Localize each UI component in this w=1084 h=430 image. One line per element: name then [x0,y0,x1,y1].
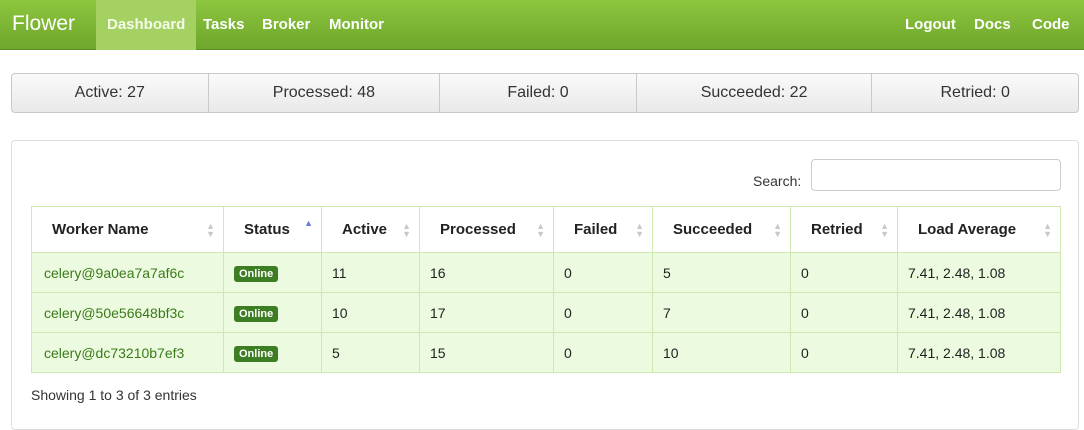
load-average-cell: 7.41, 2.48, 1.08 [897,252,1061,293]
stat-active[interactable]: Active: 27 [12,74,209,112]
worker-name-link[interactable]: celery@9a0ea7a7af6c [31,252,224,293]
workers-table: Worker Name ▲ ▼ Status ▲ Active ▲ ▼ Processed… [31,206,1061,373]
stat-retried[interactable]: Retried: 0 [872,74,1078,112]
stat-succeeded[interactable]: Succeeded: 22 [637,74,873,112]
succeeded-cell: 10 [652,332,791,373]
nav-tasks[interactable]: Tasks [203,0,244,50]
status-badge: Online [234,345,279,362]
stat-processed[interactable]: Processed: 48 [209,74,441,112]
stat-failed[interactable]: Failed: 0 [440,74,637,112]
status-cell: Online [223,332,322,373]
navbar: Flower Dashboard Tasks Broker Monitor Lo… [0,0,1084,50]
sort-ascending-icon: ▲ [304,218,313,228]
col-status[interactable]: Status ▲ [223,206,322,253]
col-load-average[interactable]: Load Average ▲ ▼ [897,206,1061,253]
column-header-label: Worker Name [52,221,149,238]
stats-bar: Active: 27 Processed: 48 Failed: 0 Succe… [11,73,1079,113]
search-label: Search: [753,173,802,189]
worker-name-link[interactable]: celery@dc73210b7ef3 [31,332,224,373]
succeeded-cell: 7 [652,292,791,333]
active-cell: 11 [321,252,420,293]
nav-monitor[interactable]: Monitor [329,0,384,50]
brand-logo[interactable]: Flower [12,12,75,36]
nav-code[interactable]: Code [1032,0,1070,50]
column-header-label: Load Average [918,221,1017,238]
failed-cell: 0 [553,292,653,333]
active-cell: 5 [321,332,420,373]
failed-cell: 0 [553,332,653,373]
failed-cell: 0 [553,252,653,293]
sort-icon: ▲ ▼ [536,221,545,239]
col-active[interactable]: Active ▲ ▼ [321,206,420,253]
status-badge: Online [234,265,279,282]
sort-icon: ▲ ▼ [206,221,215,239]
status-cell: Online [223,292,322,333]
processed-cell: 15 [419,332,554,373]
column-header-label: Retried [811,221,863,238]
table-row: celery@50e56648bf3c Online 10 17 0 7 0 7… [31,292,1061,333]
sort-icon: ▲ ▼ [773,221,782,239]
column-header-label: Active [342,221,388,238]
nav-dashboard[interactable]: Dashboard [96,0,197,50]
worker-name-link[interactable]: celery@50e56648bf3c [31,292,224,333]
load-average-cell: 7.41, 2.48, 1.08 [897,292,1061,333]
search-input[interactable] [811,159,1061,191]
column-header-label: Succeeded [673,221,753,238]
column-header-label: Failed [574,221,618,238]
workers-panel: Search: Worker Name ▲ ▼ Status ▲ Active ▲ ▼ P… [11,140,1079,430]
col-retried[interactable]: Retried ▲ ▼ [790,206,898,253]
sort-icon: ▲ ▼ [880,221,889,239]
table-header-row: Worker Name ▲ ▼ Status ▲ Active ▲ ▼ Processed… [31,206,1061,253]
active-cell: 10 [321,292,420,333]
table-info: Showing 1 to 3 of 3 entries [31,387,197,403]
sort-icon: ▲ ▼ [1043,221,1052,239]
column-header-label: Status [244,221,290,238]
processed-cell: 16 [419,252,554,293]
succeeded-cell: 5 [652,252,791,293]
column-header-label: Processed [440,221,516,238]
col-processed[interactable]: Processed ▲ ▼ [419,206,554,253]
table-row: celery@dc73210b7ef3 Online 5 15 0 10 0 7… [31,332,1061,373]
sort-icon: ▲ ▼ [402,221,411,239]
nav-logout[interactable]: Logout [905,0,956,50]
processed-cell: 17 [419,292,554,333]
col-failed[interactable]: Failed ▲ ▼ [553,206,653,253]
retried-cell: 0 [790,292,898,333]
retried-cell: 0 [790,252,898,293]
nav-broker[interactable]: Broker [262,0,310,50]
nav-docs[interactable]: Docs [974,0,1011,50]
status-cell: Online [223,252,322,293]
retried-cell: 0 [790,332,898,373]
table-row: celery@9a0ea7a7af6c Online 11 16 0 5 0 7… [31,252,1061,293]
status-badge: Online [234,305,279,322]
load-average-cell: 7.41, 2.48, 1.08 [897,332,1061,373]
sort-icon: ▲ ▼ [635,221,644,239]
col-succeeded[interactable]: Succeeded ▲ ▼ [652,206,791,253]
col-worker-name[interactable]: Worker Name ▲ ▼ [31,206,224,253]
